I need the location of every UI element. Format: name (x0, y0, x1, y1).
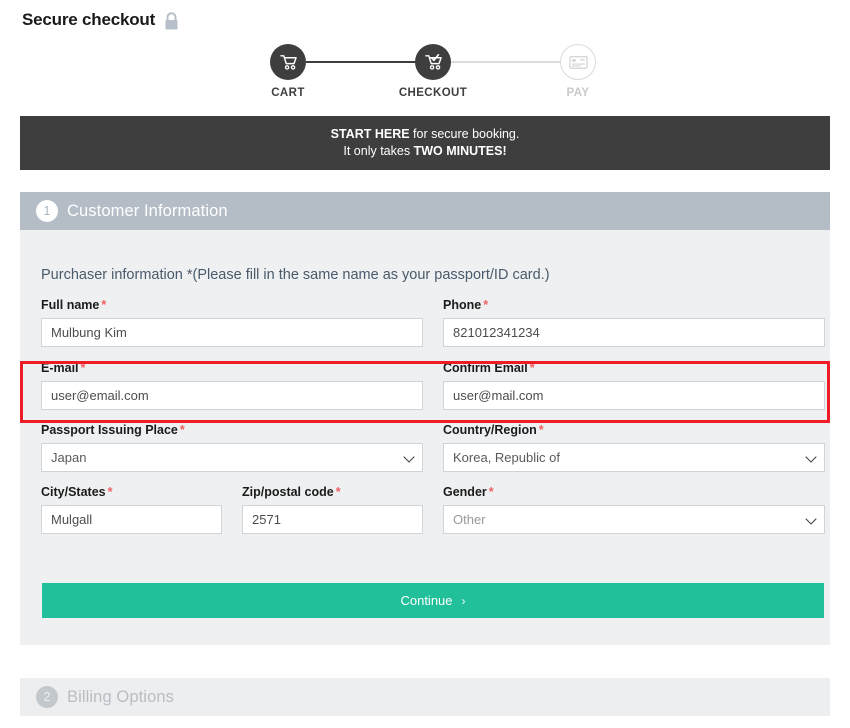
promo-banner-text-2: It only takes (343, 144, 414, 158)
section-badge-1: 1 (36, 200, 58, 222)
label-city-states: City/States * (41, 485, 222, 499)
field-full-name: Full name * Mulbung Kim (41, 298, 423, 347)
input-city-states[interactable]: Mulgall (41, 505, 222, 534)
label-gender: Gender * (443, 485, 825, 499)
required-marker: * (101, 298, 107, 312)
select-gender[interactable]: Other (443, 505, 825, 534)
label-zip-postal-code-text: Zip/postal code (242, 485, 334, 499)
label-city-states-text: City/States (41, 485, 106, 499)
field-gender: Gender * Other (443, 485, 825, 534)
promo-banner: START HERE for secure booking. It only t… (20, 116, 830, 170)
stepper-label-cart: CART (271, 87, 305, 99)
section-title-billing-options: Billing Options (67, 687, 174, 706)
promo-banner-strong-2: TWO MINUTES! (413, 144, 507, 158)
label-gender-text: Gender (443, 485, 487, 499)
field-phone: Phone * 821012341234 (443, 298, 825, 347)
label-passport-issuing-place: Passport Issuing Place * (41, 423, 423, 437)
label-zip-postal-code: Zip/postal code * (242, 485, 423, 499)
required-marker: * (488, 485, 494, 499)
select-passport-issuing-place-value: Japan (51, 450, 87, 465)
cart-check-icon (415, 44, 451, 80)
field-confirm-email: Confirm Email * user@mail.com (443, 361, 825, 410)
label-email: E-mail * (41, 361, 423, 375)
field-city-states: City/States * Mulgall (41, 485, 222, 534)
label-country-region: Country/Region * (443, 423, 825, 437)
required-marker: * (179, 423, 185, 437)
label-confirm-email-text: Confirm Email (443, 361, 528, 375)
chevron-right-icon: › (461, 593, 466, 608)
shopping-cart-icon (270, 44, 306, 80)
purchaser-information-note: Purchaser information *(Please fill in t… (41, 267, 550, 283)
section-header-customer-information[interactable]: 1 Customer Information (20, 192, 830, 230)
promo-banner-line-1: START HERE for secure booking. (331, 126, 520, 143)
checkout-page: Secure checkout CART CHECKOUT PAY START … (0, 0, 850, 728)
required-marker: * (483, 298, 489, 312)
section-header-billing-options[interactable]: 2 Billing Options (20, 678, 830, 716)
required-marker: * (107, 485, 113, 499)
chevron-down-icon (805, 512, 817, 525)
field-passport-issuing-place: Passport Issuing Place * Japan (41, 423, 423, 472)
label-email-text: E-mail (41, 361, 79, 375)
field-country-region: Country/Region * Korea, Republic of (443, 423, 825, 472)
section-title-customer-information: Customer Information (67, 201, 228, 220)
label-confirm-email: Confirm Email * (443, 361, 825, 375)
promo-banner-strong-1: START HERE (330, 127, 410, 141)
lock-icon (163, 11, 180, 31)
label-full-name: Full name * (41, 298, 423, 312)
stepper-step-cart[interactable]: CART (228, 44, 348, 99)
required-marker: * (80, 361, 86, 375)
promo-banner-line-2: It only takes TWO MINUTES! (343, 143, 506, 160)
required-marker: * (538, 423, 544, 437)
label-country-region-text: Country/Region (443, 423, 537, 437)
label-phone: Phone * (443, 298, 825, 312)
field-email: E-mail * user@email.com (41, 361, 423, 410)
select-country-region-value: Korea, Republic of (453, 450, 560, 465)
required-marker: * (529, 361, 535, 375)
label-passport-issuing-place-text: Passport Issuing Place (41, 423, 178, 437)
continue-button-label: Continue (400, 593, 453, 608)
continue-button[interactable]: Continue › (42, 583, 824, 618)
checkout-stepper: CART CHECKOUT PAY (0, 44, 850, 108)
promo-banner-text-1: for secure booking. (409, 127, 520, 141)
required-marker: * (335, 485, 341, 499)
chevron-down-icon (805, 450, 817, 463)
input-confirm-email[interactable]: user@mail.com (443, 381, 825, 410)
label-full-name-text: Full name (41, 298, 100, 312)
input-phone[interactable]: 821012341234 (443, 318, 825, 347)
select-country-region[interactable]: Korea, Republic of (443, 443, 825, 472)
page-header: Secure checkout (22, 10, 180, 30)
stepper-step-pay[interactable]: PAY (518, 44, 638, 99)
credit-card-icon (560, 44, 596, 80)
page-title: Secure checkout (22, 10, 156, 29)
stepper-label-checkout: CHECKOUT (398, 87, 468, 99)
input-zip-postal-code[interactable]: 2571 (242, 505, 423, 534)
stepper-step-checkout[interactable]: CHECKOUT (373, 44, 493, 99)
select-passport-issuing-place[interactable]: Japan (41, 443, 423, 472)
field-zip-postal-code: Zip/postal code * 2571 (242, 485, 423, 534)
input-email[interactable]: user@email.com (41, 381, 423, 410)
stepper-label-pay: PAY (566, 87, 590, 99)
section-badge-2: 2 (36, 686, 58, 708)
select-gender-value: Other (453, 512, 486, 527)
chevron-down-icon (403, 450, 415, 463)
label-phone-text: Phone (443, 298, 482, 312)
input-full-name[interactable]: Mulbung Kim (41, 318, 423, 347)
